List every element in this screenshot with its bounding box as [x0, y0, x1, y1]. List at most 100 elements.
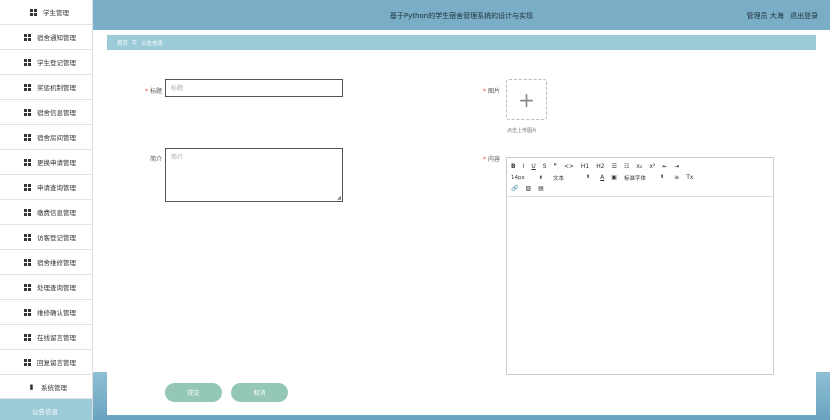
font-family-select[interactable]: 标准字体 ⬍: [624, 174, 664, 182]
sidebar-item[interactable]: 宿舍房间管理: [0, 125, 92, 150]
sidebar-item-label: 在线留言管理: [37, 334, 76, 342]
sidebar-item-label: 奖惩机制管理: [37, 84, 76, 92]
font-size-value: 14px: [511, 174, 525, 181]
sidebar-item-label: 回复留言管理: [37, 359, 76, 367]
font-size-select[interactable]: 14px ⬍: [511, 175, 543, 181]
bullet-list-icon[interactable]: ☷: [624, 163, 629, 170]
menu-icon: [24, 233, 31, 241]
underline-icon[interactable]: U: [531, 163, 535, 170]
sidebar: 学生管理 宿舍通知管理学生登记管理奖惩机制管理 宿舍信息管理 宿舍房间管理更换申请管…: [0, 0, 93, 420]
menu-icon: [24, 333, 31, 341]
editor-content-area[interactable]: [507, 197, 773, 375]
title-input[interactable]: 标题: [165, 79, 343, 97]
toolbar-row-2: 14px ⬍ 文本 ⬍ A ▣ 标准字体 ⬍ ≡ Tx: [511, 172, 769, 183]
image-label-text: 图片: [487, 88, 500, 95]
sidebar-item-notice[interactable]: 公告信息: [0, 399, 92, 420]
font-family-value: 标准字体: [623, 175, 646, 182]
select-arrow-icon: ⬍: [585, 173, 591, 180]
intro-label-text: 简介: [149, 156, 162, 163]
content-label: * 内容: [460, 154, 500, 163]
outdent-icon[interactable]: ⇤: [662, 163, 667, 170]
user-label: 管理员 大海: [746, 12, 784, 20]
sidebar-active-label: 公告信息: [32, 408, 58, 416]
italic-icon[interactable]: I: [523, 163, 525, 170]
grid-icon: [30, 8, 37, 16]
menu-icon: [24, 33, 31, 41]
image-icon[interactable]: ▨: [525, 185, 531, 192]
content-label-text: 内容: [487, 156, 500, 163]
background-color-icon[interactable]: ▣: [611, 174, 617, 181]
editor-toolbar: B I U S ❞ <> H1 H2 ☰ ☷ x₂ x² ⇤ ⇥ 14px ⬍ 文本 ⬍ A ▣ 标准字体 ⬍ …: [507, 158, 773, 197]
sidebar-item[interactable]: 宿舍通知管理: [0, 25, 92, 50]
sidebar-item[interactable]: 学生登记管理: [0, 50, 92, 75]
sidebar-item[interactable]: 回复留言管理: [0, 350, 92, 375]
sidebar-item-label: 申请查询管理: [37, 184, 76, 192]
sidebar-header-student[interactable]: 学生管理: [0, 0, 92, 25]
breadcrumb: 首页 ☰ 公告信息: [107, 35, 816, 50]
clear-format-icon[interactable]: Tx: [686, 174, 693, 181]
strike-icon[interactable]: S: [543, 163, 547, 170]
quote-icon[interactable]: ❞: [554, 163, 557, 170]
sidebar-item[interactable]: 访客登记管理: [0, 225, 92, 250]
breadcrumb-home[interactable]: 首页: [117, 39, 128, 47]
breadcrumb-current: 公告信息: [140, 40, 163, 47]
menu-icon: [24, 283, 31, 291]
menu-icon: [24, 208, 31, 216]
sidebar-item-system[interactable]: ▮ 系统管理: [0, 375, 92, 399]
menu-icon: [24, 308, 31, 316]
sidebar-item-label: 宿舍信息管理: [37, 109, 76, 117]
image-upload-button[interactable]: +: [506, 79, 547, 120]
sidebar-item[interactable]: 维修确认管理: [0, 300, 92, 325]
menu-icon: [24, 83, 31, 91]
h1-icon[interactable]: H1: [581, 163, 589, 170]
image-label: * 图片: [460, 86, 500, 95]
resize-handle-icon[interactable]: ◢: [337, 195, 341, 201]
select-arrow-icon: ⬍: [659, 173, 665, 180]
sidebar-item[interactable]: 处理查询管理: [0, 275, 92, 300]
plus-icon: +: [518, 87, 535, 112]
toolbar-row-1: B I U S ❞ <> H1 H2 ☰ ☷ x₂ x² ⇤ ⇥: [511, 161, 769, 172]
book-icon: ▮: [29, 382, 34, 391]
breadcrumb-separator: ☰: [132, 39, 137, 46]
cancel-button[interactable]: 取消: [231, 383, 288, 402]
sidebar-item[interactable]: 缴费信息管理: [0, 200, 92, 225]
intro-label: 简介: [122, 154, 162, 163]
watermark: CSDN @无敌の小さな蚁: [654, 396, 777, 409]
sidebar-item-label: 宿舍房间管理: [37, 134, 76, 142]
top-header: 基于Python的学生宿舍管理系统的设计与实现 管理员 大海 退出登录: [93, 0, 830, 30]
sidebar-item[interactable]: 更换申请管理: [0, 150, 92, 175]
font-color-icon[interactable]: A: [600, 174, 604, 181]
indent-icon[interactable]: ⇥: [674, 163, 679, 170]
sidebar-section-label: 系统管理: [41, 383, 67, 392]
link-icon[interactable]: 🔗: [511, 185, 518, 192]
intro-textarea[interactable]: 简介 ◢: [165, 148, 343, 202]
code-icon[interactable]: <>: [564, 163, 574, 170]
toolbar-row-3: 🔗 ▨ ▤: [511, 183, 769, 194]
sidebar-item[interactable]: 奖惩机制管理: [0, 75, 92, 100]
sidebar-item-label: 宿舍通知管理: [37, 34, 76, 42]
superscript-icon[interactable]: x²: [649, 163, 655, 170]
bold-icon[interactable]: B: [511, 163, 516, 170]
title-placeholder: 标题: [171, 85, 184, 92]
h2-icon[interactable]: H2: [596, 163, 604, 170]
select-arrow-icon: ⬍: [538, 174, 543, 181]
submit-button[interactable]: 提交: [165, 383, 222, 402]
sidebar-item-label: 维修确认管理: [37, 309, 76, 317]
menu-icon: [24, 133, 31, 141]
logout-link[interactable]: 退出登录: [790, 12, 818, 20]
menu-icon: [24, 258, 31, 266]
page-title: 基于Python的学生宿舍管理系统的设计与实现: [389, 12, 534, 20]
align-icon[interactable]: ≡: [674, 174, 679, 181]
menu-icon: [24, 58, 31, 66]
sidebar-item[interactable]: 宿舍维修管理: [0, 250, 92, 275]
sidebar-item[interactable]: 在线留言管理: [0, 325, 92, 350]
user-area: 管理员 大海 退出登录: [747, 11, 818, 21]
ordered-list-icon[interactable]: ☰: [612, 163, 617, 170]
sidebar-item[interactable]: 申请查询管理: [0, 175, 92, 200]
title-label-text: 标题: [149, 88, 162, 95]
heading-select[interactable]: 文本 ⬍: [553, 174, 590, 182]
sidebar-item[interactable]: 宿舍信息管理: [0, 100, 92, 125]
subscript-icon[interactable]: x₂: [636, 163, 642, 170]
menu-icon: [24, 158, 31, 166]
video-icon[interactable]: ▤: [538, 185, 544, 192]
